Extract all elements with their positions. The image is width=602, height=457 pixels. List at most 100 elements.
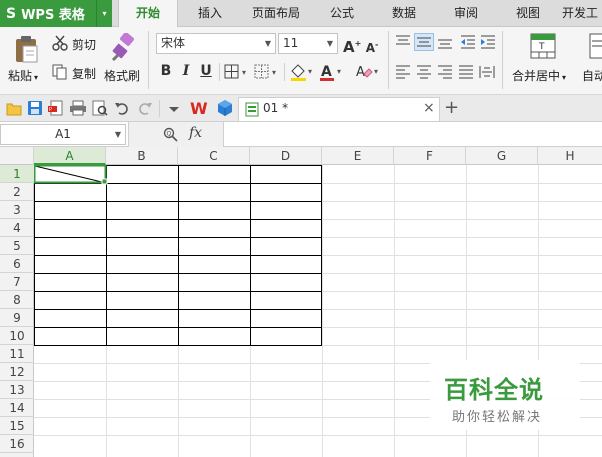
- insert-function-button[interactable]: fx: [189, 125, 202, 141]
- svg-text:▾: ▾: [374, 67, 378, 76]
- tab-review[interactable]: 审阅: [440, 0, 492, 27]
- increase-font-icon[interactable]: A+: [343, 36, 361, 55]
- tab-developer[interactable]: 开发工: [562, 0, 602, 27]
- justify-icon[interactable]: [458, 65, 474, 79]
- format-painter-icon[interactable]: [110, 32, 136, 62]
- tab-insert[interactable]: 插入: [184, 0, 236, 27]
- fill-color-icon[interactable]: ▾: [289, 62, 317, 82]
- column-header-c[interactable]: C: [178, 147, 250, 165]
- row-header-10[interactable]: 10: [0, 327, 34, 345]
- font-size-value: 11: [283, 36, 299, 50]
- auto-wrap-button[interactable]: 自动: [582, 67, 602, 84]
- clear-format-icon[interactable]: A ▾: [354, 62, 382, 82]
- tab-page-layout[interactable]: 页面布局: [240, 0, 312, 27]
- row-header-16[interactable]: 16: [0, 435, 34, 453]
- chevron-down-icon[interactable]: ▼: [115, 125, 121, 144]
- font-size-select[interactable]: 11 ▼: [278, 33, 338, 54]
- column-header-b[interactable]: B: [106, 147, 178, 165]
- underline-button[interactable]: U: [198, 63, 214, 79]
- print-icon[interactable]: [69, 100, 87, 116]
- watermark-subtitle: 助你轻松解决: [452, 410, 543, 425]
- decrease-indent-icon[interactable]: [460, 35, 476, 49]
- column-header-e[interactable]: E: [322, 147, 394, 165]
- undo-icon[interactable]: [114, 100, 130, 116]
- tab-view[interactable]: 视图: [502, 0, 554, 27]
- ribbon-separator: [502, 31, 503, 89]
- column-header-h[interactable]: H: [538, 147, 602, 165]
- column-header-g[interactable]: G: [466, 147, 538, 165]
- svg-text:W: W: [190, 99, 208, 117]
- quick-access-toolbar: P W 01 * × +: [0, 95, 602, 122]
- wrap-text-icon[interactable]: [586, 33, 602, 59]
- row-header-14[interactable]: 14: [0, 399, 34, 417]
- italic-button[interactable]: I: [178, 63, 194, 79]
- zoom-function-icon[interactable]: Q: [163, 127, 178, 142]
- format-painter-button[interactable]: 格式刷: [104, 67, 140, 84]
- tab-data[interactable]: 数据: [378, 0, 430, 27]
- merge-center-button[interactable]: 合并居中 ▾: [512, 67, 566, 84]
- align-bottom-icon[interactable]: [437, 35, 453, 49]
- app-menu-dropdown[interactable]: ▾: [96, 0, 112, 27]
- row-header-11[interactable]: 11: [0, 345, 34, 363]
- paste-icon[interactable]: [13, 35, 39, 63]
- distributed-align-icon[interactable]: [479, 65, 495, 79]
- tab-formulas[interactable]: 公式: [316, 0, 368, 27]
- export-pdf-icon[interactable]: P: [48, 100, 64, 116]
- copy-button[interactable]: 复制: [72, 65, 96, 82]
- row-header-15[interactable]: 15: [0, 417, 34, 435]
- bold-button[interactable]: B: [158, 63, 174, 79]
- formula-input[interactable]: [226, 122, 602, 147]
- column-header-a[interactable]: A: [34, 147, 106, 165]
- wps-home-icon[interactable]: W: [190, 99, 210, 118]
- row-header-8[interactable]: 8: [0, 291, 34, 309]
- row-header-2[interactable]: 2: [0, 183, 34, 201]
- font-color-icon[interactable]: A ▾: [318, 62, 346, 82]
- document-tab[interactable]: 01 * ×: [238, 97, 440, 121]
- save-icon[interactable]: [27, 100, 43, 116]
- align-left-icon[interactable]: [395, 65, 411, 79]
- merge-cells-icon[interactable]: T: [530, 33, 556, 59]
- row-header-5[interactable]: 5: [0, 237, 34, 255]
- row-header-3[interactable]: 3: [0, 201, 34, 219]
- new-tab-icon[interactable]: +: [444, 97, 459, 118]
- svg-text:P: P: [49, 107, 52, 113]
- svg-text:A: A: [356, 65, 365, 80]
- row-header-4[interactable]: 4: [0, 219, 34, 237]
- borders-icon[interactable]: ▾: [224, 64, 252, 80]
- ribbon-separator: [284, 63, 285, 81]
- redo-icon[interactable]: [137, 100, 153, 116]
- cloud-cube-icon[interactable]: [216, 99, 234, 117]
- row-header-1[interactable]: 1: [0, 165, 34, 183]
- column-header-d[interactable]: D: [250, 147, 322, 165]
- align-center-icon[interactable]: [416, 65, 432, 79]
- paste-button[interactable]: 粘贴 ▾: [8, 67, 38, 84]
- name-box[interactable]: A1 ▼: [0, 124, 126, 145]
- font-name-select[interactable]: 宋体 ▼: [156, 33, 276, 54]
- tab-home[interactable]: 开始: [118, 0, 178, 28]
- row-header-13[interactable]: 13: [0, 381, 34, 399]
- select-all-corner[interactable]: [0, 147, 34, 165]
- column-header-bar: A B C D E F G H: [0, 147, 602, 165]
- formula-tools: Q fx: [128, 122, 224, 147]
- increase-indent-icon[interactable]: [480, 35, 496, 49]
- row-header-12[interactable]: 12: [0, 363, 34, 381]
- row-header-6[interactable]: 6: [0, 255, 34, 273]
- close-tab-icon[interactable]: ×: [423, 100, 435, 116]
- align-middle-icon[interactable]: [414, 33, 434, 51]
- print-preview-icon[interactable]: [92, 100, 108, 116]
- align-right-icon[interactable]: [437, 65, 453, 79]
- customize-toolbar-icon[interactable]: [168, 103, 180, 113]
- name-box-value: A1: [55, 127, 71, 141]
- decrease-font-icon[interactable]: A-: [363, 37, 381, 55]
- ribbon-separator: [219, 63, 220, 81]
- align-top-icon[interactable]: [395, 35, 411, 49]
- open-folder-icon[interactable]: [6, 101, 22, 116]
- cell-style-icon[interactable]: ▾: [254, 64, 282, 80]
- row-header-7[interactable]: 7: [0, 273, 34, 291]
- svg-text:T: T: [538, 42, 545, 52]
- cut-button[interactable]: 剪切: [72, 36, 96, 53]
- row-header-9[interactable]: 9: [0, 309, 34, 327]
- spreadsheet-file-icon: [245, 102, 259, 117]
- watermark-logo: 百科全说 助你轻松解决: [430, 360, 580, 430]
- column-header-f[interactable]: F: [394, 147, 466, 165]
